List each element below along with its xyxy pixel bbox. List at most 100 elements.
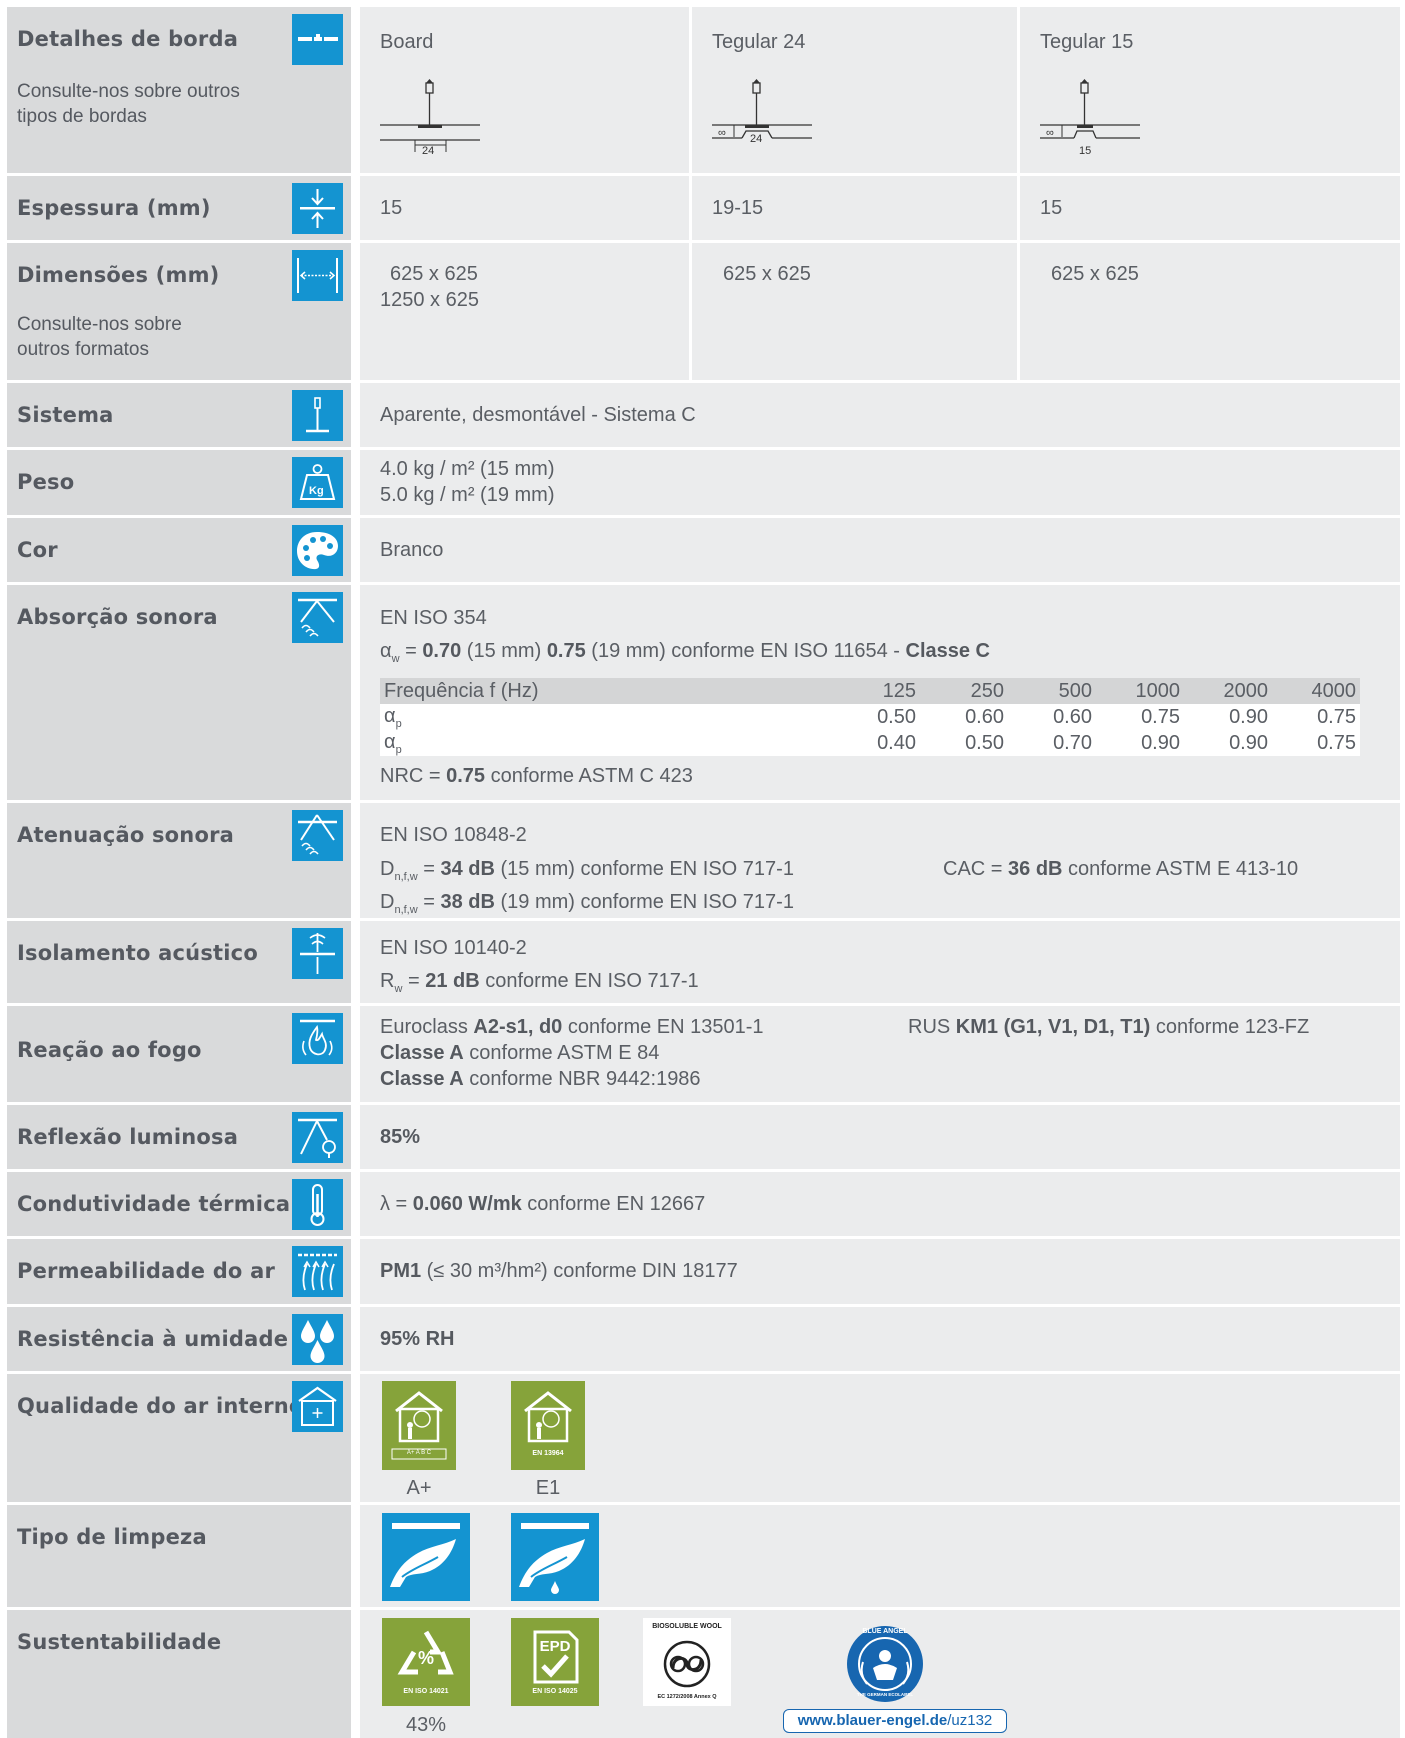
weight-19mm: 5.0 kg / m² (19 mm) [380,484,555,506]
svg-text:∞: ∞ [718,127,726,139]
dimensions-tegular15: 625 x 625 [1051,263,1139,285]
thickness-tegular15: 15 [1040,197,1063,219]
value-cell: EN ISO 10140-2 Rw = 21 dB conforme EN IS… [360,921,1400,1003]
nbr-fire-line: Classe A conforme NBR 9442:1986 [380,1068,701,1090]
label-cell: Espessura (mm) [7,176,351,240]
row-title: Resistência à umidade [17,1327,289,1351]
a-plus-scale: A+ A B C [406,1450,432,1456]
label-cell: Qualidade do ar interno [7,1374,351,1502]
row-subtitle: Consulte-nos sobre outros formatos [17,314,182,360]
row-title: Permeabilidade do ar [17,1259,275,1283]
table-cell: 0.40 [832,730,920,756]
dimensions-board-2: 1250 x 625 [380,289,479,311]
dnfw-19mm: Dn,f,w = 38 dB (19 mm) conforme EN ISO 7… [380,891,794,916]
row-absorcao: Absorção sonora EN ISO 354 αw = 0.70 (15… [0,585,1405,800]
column-divider [1017,7,1020,173]
row-title: Sustentabilidade [17,1630,222,1654]
color-palette-icon [292,525,343,576]
row-borda: Detalhes de borda Consulte-nos sobre out… [0,7,1405,173]
alpha-w-line: αw = 0.70 (15 mm) 0.75 (19 mm) conforme … [380,640,990,665]
edge-tegular15-title: Tegular 15 [1040,31,1134,53]
value-cell: % EN ISO 14021 43% EPD EN ISO 14025 BIOS… [360,1610,1400,1738]
label-cell: Tipo de limpeza [7,1505,351,1607]
table-cell: 1000 [1096,678,1184,704]
suspension-system-icon [292,390,343,441]
blue-angel-url-link[interactable]: www.blauer-engel.de/uz132 [783,1709,1007,1733]
value-cell: PM1 (≤ 30 m³/hm²) conforme DIN 18177 [360,1239,1400,1304]
row-title: Detalhes de borda [17,27,239,51]
nrc-line: NRC = 0.75 conforme ASTM C 423 [380,765,693,787]
dimensions-board-1: 625 x 625 [390,263,478,285]
table-row: αp 0.50 0.60 0.60 0.75 0.90 0.75 [380,704,1360,730]
label-cell: Isolamento acústico [7,921,351,1003]
value-cell: Branco [360,518,1400,582]
conductivity-value: λ = 0.060 W/mk conforme EN 12667 [380,1193,706,1215]
permeability-value: PM1 (≤ 30 m³/hm²) conforme DIN 18177 [380,1260,738,1282]
table-cell: 0.50 [920,730,1008,756]
row-title: Espessura (mm) [17,196,211,220]
indoor-air-caption-1: A+ [406,1477,432,1499]
thickness-tegular24: 19-15 [712,197,764,219]
table-cell: 0.75 [1096,704,1184,730]
row-title: Atenuação sonora [17,823,234,847]
row-umidade: Resistência à umidade 95% RH [0,1307,1405,1371]
table-cell: 0.60 [920,704,1008,730]
table-cell: 0.75 [1272,704,1360,730]
label-cell: Resistência à umidade [7,1307,351,1371]
row-fogo: Reação ao fogo Euroclass A2-s1, d0 confo… [0,1006,1405,1102]
frequency-table: Frequência f (Hz) 125 250 500 1000 2000 … [380,678,1360,756]
value-cell: 15 19-15 15 [360,176,1400,240]
row-title: Peso [17,470,75,494]
biosoluble-footer: EC 1272/2008 Annex Q [657,1694,717,1700]
tegular15-dim: 15 [1079,145,1091,157]
reflection-value: 85% [380,1126,421,1148]
label-cell: Cor [7,518,351,582]
column-divider [689,243,692,380]
label-cell: Peso Kg [7,450,351,515]
label-cell: Sistema [7,383,351,447]
rw-line: Rw = 21 dB conforme EN ISO 717-1 [380,970,699,995]
table-cell: 125 [832,678,920,704]
cac-line: CAC = 36 dB conforme ASTM E 413-10 [943,858,1299,880]
row-title: Cor [17,538,58,562]
value-cell: 85% [360,1105,1400,1169]
label-cell: Condutividade térmica [7,1172,351,1236]
dnfw-15mm: Dn,f,w = 34 dB (15 mm) conforme EN ISO 7… [380,858,794,883]
epd-label: EPD EN ISO 14025 [511,1618,599,1706]
row-permeabilidade: Permeabilidade do ar PM1 (≤ 30 m³/hm²) c… [0,1239,1405,1304]
blue-angel-footer: THE GERMAN ECOLABEL [856,1692,914,1697]
humidity-drops-icon [292,1314,343,1365]
table-cell: 0.90 [1184,730,1272,756]
recycled-content-label: % EN ISO 14021 [382,1618,470,1706]
row-title: Dimensões (mm) [17,263,220,287]
row-title: Isolamento acústico [17,941,258,965]
value-cell: A+ A B C A+ EN 13964 E1 [360,1374,1400,1502]
row-title: Qualidade do ar interno [17,1394,304,1418]
edge-board-title: Board [380,31,434,53]
label-cell: Reação ao fogo [7,1006,351,1102]
row-condutividade: Condutividade térmica λ = 0.060 W/mk con… [0,1172,1405,1236]
indoor-air-e1-label: EN 13964 [511,1381,585,1470]
table-cell: 0.70 [1008,730,1096,756]
edge-tegular24-title: Tegular 24 [712,31,806,53]
iso-14025: EN ISO 14025 [532,1688,578,1695]
rus-fire-line: RUS KM1 (G1, V1, D1, T1) conforme 123-FZ [908,1016,1310,1038]
value-cell: Board Tegular 24 Tegular 15 24 ∞ 24 ∞ 15 [360,7,1400,173]
system-value: Aparente, desmontável - Sistema C [380,404,696,426]
value-cell: 625 x 625 1250 x 625 625 x 625 625 x 625 [360,243,1400,380]
recycled-percent-symbol: % [417,1648,434,1668]
column-divider [1017,243,1020,380]
table-cell: 250 [920,678,1008,704]
row-title: Reflexão luminosa [17,1125,239,1149]
air-permeability-icon [292,1246,343,1297]
row-limpeza: Tipo de limpeza [0,1505,1405,1607]
label-cell: Permeabilidade do ar [7,1239,351,1304]
alpha-p-label: αp [380,730,832,756]
euroclass-line: Euroclass A2-s1, d0 conforme EN 13501-1 [380,1016,764,1038]
absorption-standard: EN ISO 354 [380,607,487,629]
row-title: Condutividade térmica [17,1192,291,1216]
humidity-value: 95% RH [380,1328,455,1350]
table-row: αp 0.40 0.50 0.70 0.90 0.90 0.75 [380,730,1360,756]
thickness-board: 15 [380,197,403,219]
table-cell: 4000 [1272,678,1360,704]
